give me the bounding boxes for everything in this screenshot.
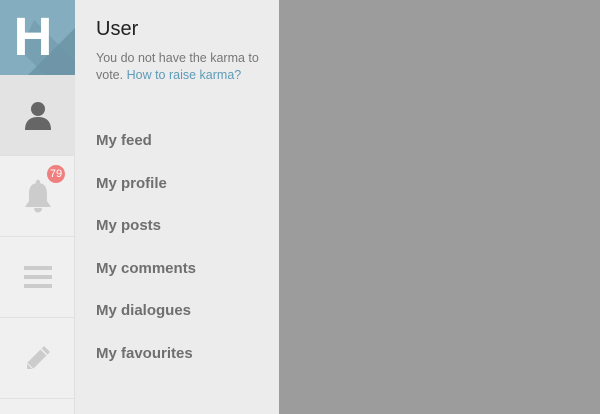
logo-letter: H <box>13 7 53 67</box>
menu-item-my-profile[interactable]: My profile <box>96 163 196 206</box>
hamburger-menu-icon <box>23 266 52 288</box>
bell-icon <box>24 179 51 213</box>
pencil-icon <box>26 346 50 370</box>
menu-item-my-feed[interactable]: My feed <box>96 120 196 163</box>
menu-item-my-favourites[interactable]: My favourites <box>96 333 196 376</box>
user-icon <box>24 102 51 130</box>
menu-item-my-posts[interactable]: My posts <box>96 205 196 248</box>
rail-button-profile[interactable] <box>0 75 75 156</box>
rail-button-menu[interactable] <box>0 237 75 318</box>
rail-button-write[interactable] <box>0 318 75 399</box>
karma-note: You do not have the karma to vote. How t… <box>96 50 271 84</box>
logo[interactable]: H <box>0 0 75 75</box>
menu-item-my-dialogues[interactable]: My dialogues <box>96 290 196 333</box>
rail-button-notifications[interactable]: 79 <box>0 156 75 237</box>
notification-count-badge: 79 <box>47 165 65 183</box>
panel-title: User <box>96 18 139 40</box>
user-menu: My feed My profile My posts My comments … <box>96 120 196 376</box>
icon-rail: H 79 <box>0 0 75 414</box>
user-panel: User You do not have the karma to vote. … <box>75 0 279 414</box>
menu-item-my-comments[interactable]: My comments <box>96 248 196 291</box>
raise-karma-link[interactable]: How to raise karma? <box>127 68 242 82</box>
backdrop-overlay[interactable] <box>279 0 600 414</box>
